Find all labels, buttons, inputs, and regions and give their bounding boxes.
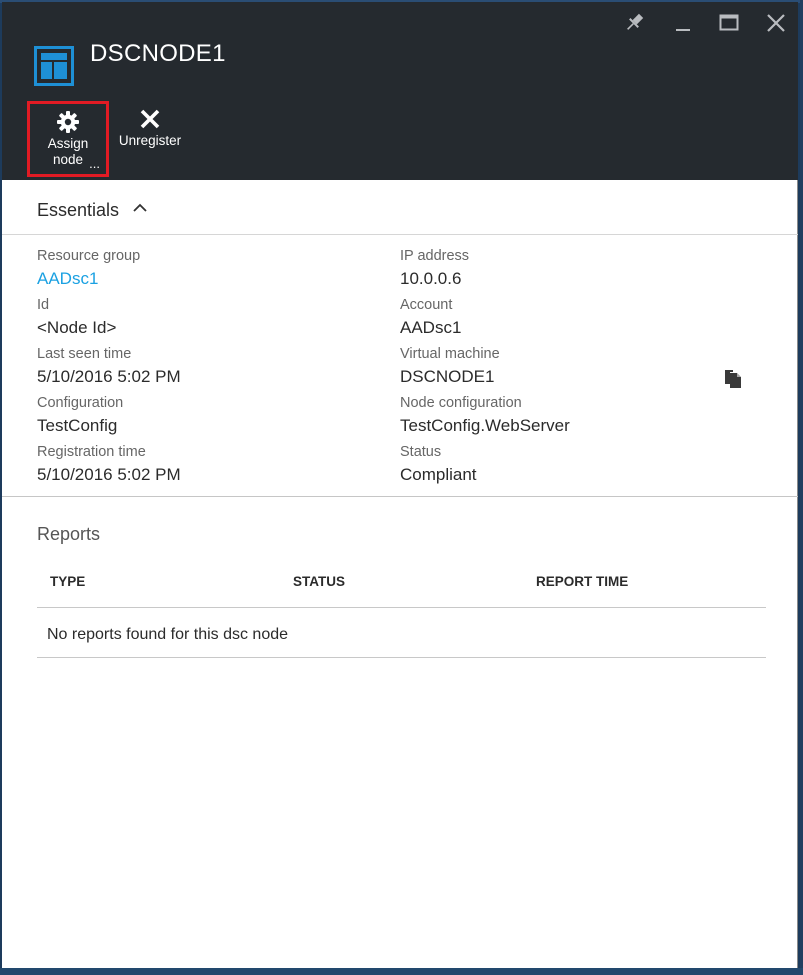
unregister-button[interactable]: Unregister [111,101,189,177]
blade-title: DSCNODE1 [90,40,226,67]
x-icon [140,109,160,129]
blade-header: DSCNODE1 Assign node ... Unregister [2,2,798,180]
chevron-up-icon [133,203,147,212]
column-header-report-time[interactable]: REPORT TIME [536,574,628,589]
section-divider [2,496,798,497]
node-configuration-label: Node configuration [400,395,522,411]
close-icon[interactable] [763,10,789,36]
node-configuration-value: TestConfig.WebServer [400,416,570,435]
status-value: Compliant [400,465,477,484]
virtual-machine-label: Virtual machine [400,346,500,362]
configuration-value: TestConfig [37,416,118,435]
gear-icon [57,111,79,133]
maximize-icon[interactable] [716,10,742,36]
assign-node-label-line1: Assign [47,136,89,151]
resource-group-label: Resource group [37,248,141,264]
pin-icon[interactable] [621,10,647,36]
essentials-toggle[interactable]: Essentials [2,180,798,235]
status-label: Status [400,444,442,460]
background-strip [0,968,803,975]
minimize-icon[interactable] [670,10,696,36]
last-seen-label: Last seen time [37,346,132,362]
account-value: AADsc1 [400,318,462,337]
virtual-machine-value: DSCNODE1 [400,367,495,386]
column-header-status[interactable]: STATUS [293,574,345,589]
registration-time-value: 5/10/2016 5:02 PM [37,465,181,484]
configuration-label: Configuration [37,395,124,411]
id-value: <Node Id> [37,318,117,337]
table-divider [37,657,766,658]
dsc-node-blade: DSCNODE1 Assign node ... Unregister Esse… [2,2,798,968]
dsc-node-icon [34,46,74,86]
ip-address-label: IP address [400,248,470,264]
unregister-label: Unregister [118,133,182,148]
essentials-title: Essentials [37,200,120,220]
last-seen-value: 5/10/2016 5:02 PM [37,367,181,386]
more-ellipsis: ... [89,156,100,171]
ip-address-value: 10.0.0.6 [400,269,462,288]
copy-icon[interactable] [724,367,742,389]
resource-group-link[interactable]: AADsc1 [37,269,98,289]
id-label: Id [37,297,50,313]
reports-title: Reports [37,524,101,544]
empty-reports-message: No reports found for this dsc node [47,626,289,643]
essentials-panel: Resource group AADsc1 Id <Node Id> Last … [2,235,798,497]
account-label: Account [400,297,453,313]
column-header-type[interactable]: TYPE [50,574,85,589]
registration-time-label: Registration time [37,444,146,460]
assign-node-button[interactable]: Assign node ... [27,101,109,177]
table-divider [37,607,766,608]
